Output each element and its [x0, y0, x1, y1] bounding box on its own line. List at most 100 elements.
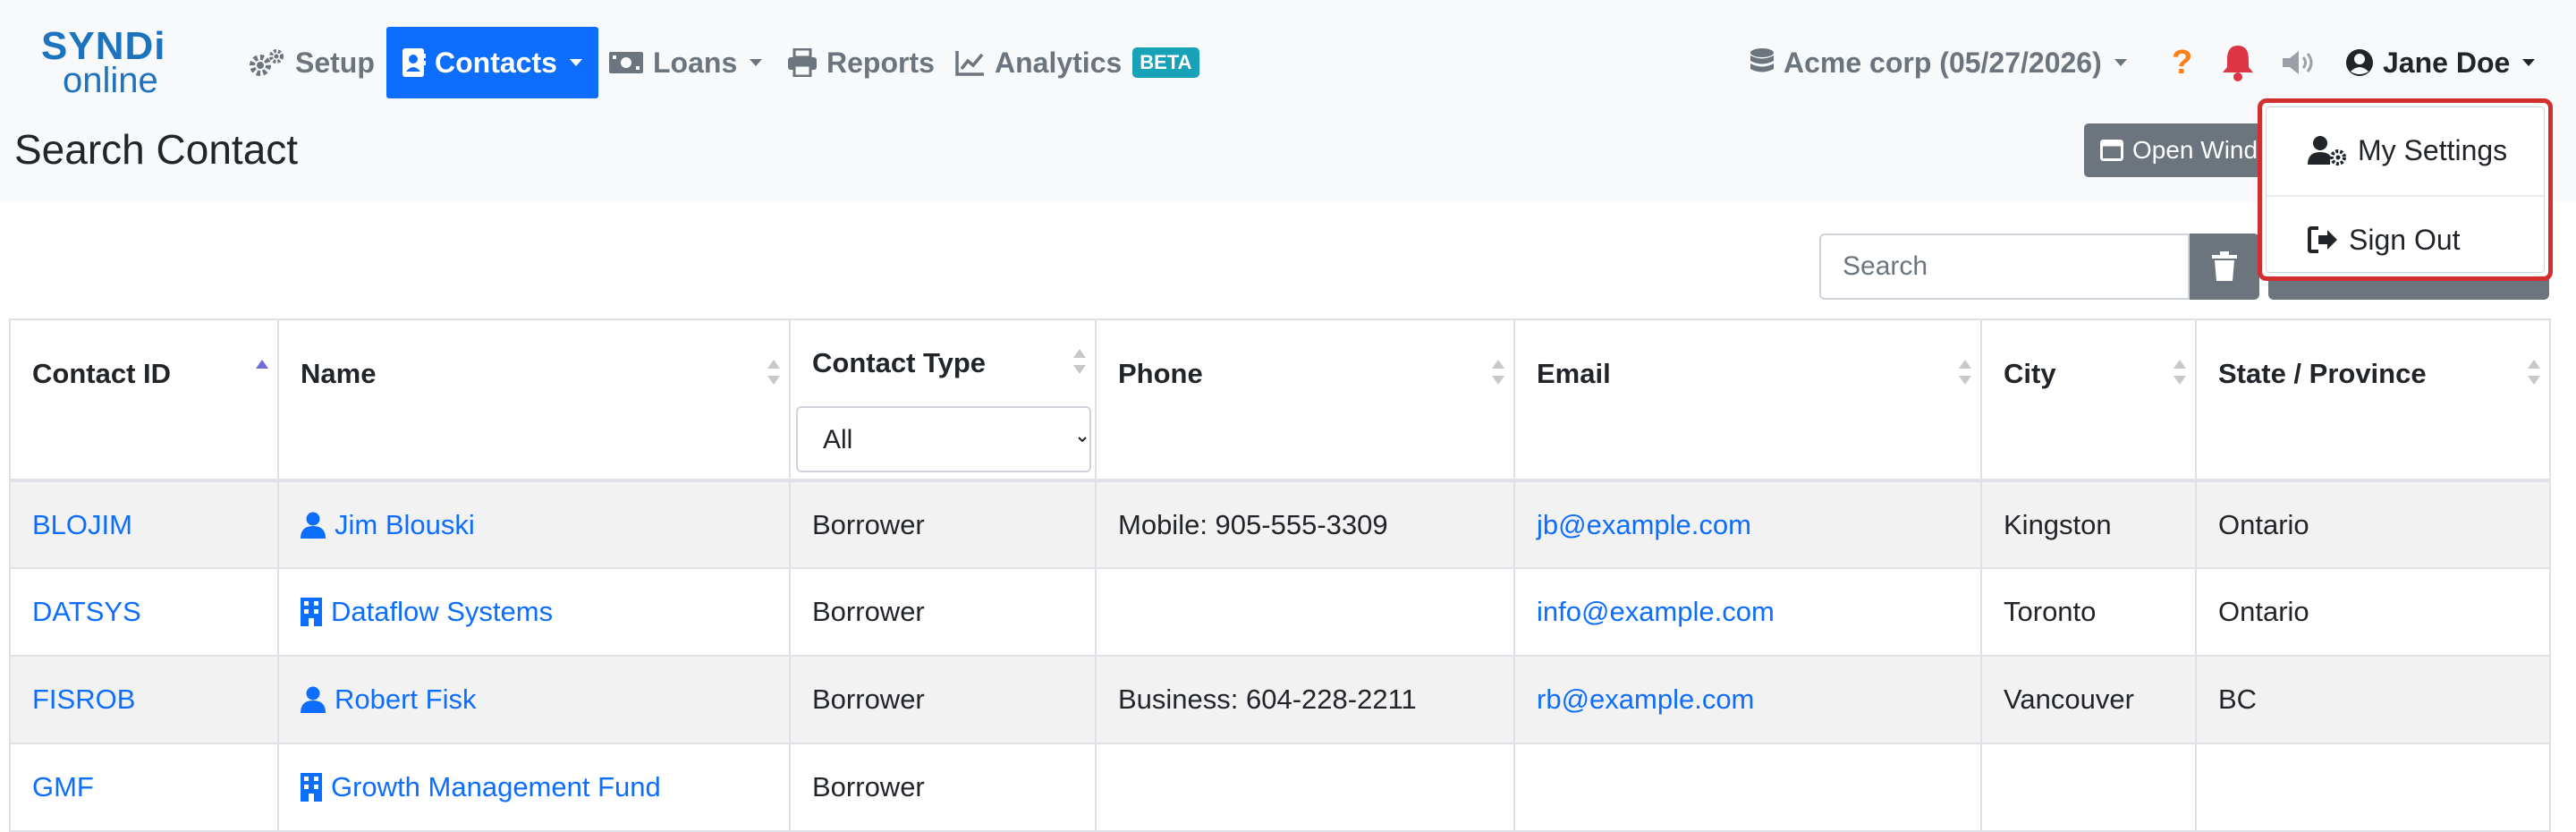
sign-out-label: Sign Out: [2349, 223, 2461, 256]
window-icon: [2100, 140, 2123, 161]
cell-contact-id: BLOJIM: [9, 480, 279, 569]
cell-phone: [1095, 567, 1515, 657]
col-state-label: State / Province: [2218, 358, 2427, 389]
col-state[interactable]: State / Province: [2195, 318, 2551, 481]
cell-city: Toronto: [1980, 567, 2197, 657]
contact-id-link[interactable]: DATSYS: [32, 596, 141, 627]
sort-icon: [1959, 360, 1971, 388]
contact-name-link[interactable]: Growth Management Fund: [301, 771, 767, 803]
cell-email: jb@example.com: [1513, 480, 1982, 569]
help-button[interactable]: ?: [2172, 27, 2192, 98]
sort-icon: [1492, 360, 1504, 388]
col-city-label: City: [2004, 358, 2056, 389]
cell-state: BC: [2195, 655, 2551, 744]
my-settings-label: My Settings: [2358, 133, 2508, 166]
cell-email: [1513, 743, 1982, 832]
chevron-down-icon: [750, 59, 763, 66]
cell-phone: [1095, 743, 1515, 832]
cell-name: Jim Blouski: [277, 480, 791, 569]
chevron-down-icon: [569, 59, 582, 66]
contact-name-link[interactable]: Robert Fisk: [301, 683, 767, 716]
money-bill-icon: [609, 52, 643, 73]
col-phone-label: Phone: [1118, 358, 1203, 389]
contact-type-filter[interactable]: All: [796, 406, 1091, 472]
cell-contact-id: DATSYS: [9, 567, 279, 657]
user-menu-toggle[interactable]: Jane Doe: [2345, 27, 2536, 98]
user-icon: [301, 512, 326, 539]
nav-setup[interactable]: Setup: [249, 27, 375, 98]
col-email[interactable]: Email: [1513, 318, 1982, 481]
email-link[interactable]: jb@example.com: [1537, 509, 1751, 540]
col-name[interactable]: Name: [277, 318, 791, 481]
table-row[interactable]: BLOJIM Jim Blouski Borrower Mobile: 905-555…: [9, 480, 2551, 569]
open-window-label: Open Window: [2132, 136, 2272, 164]
sound-button[interactable]: [2281, 27, 2317, 98]
table-row[interactable]: GMF Growth Management Fund Borrower: [9, 743, 2551, 832]
printer-icon: [788, 48, 817, 77]
col-email-label: Email: [1537, 358, 1611, 389]
user-icon: [301, 686, 326, 713]
nav-reports-label: Reports: [826, 46, 935, 79]
building-icon: [301, 773, 322, 802]
cell-contact-type: Borrower: [789, 567, 1097, 657]
contact-name: Jim Blouski: [335, 508, 475, 540]
sort-icon: [1073, 349, 1086, 378]
email-link[interactable]: info@example.com: [1537, 596, 1775, 627]
menu-item-sign-out[interactable]: Sign Out: [2267, 197, 2544, 283]
email-link[interactable]: rb@example.com: [1537, 683, 1754, 715]
nav-setup-label: Setup: [295, 46, 375, 79]
cell-contact-id: GMF: [9, 743, 279, 832]
col-contact-type[interactable]: Contact Type All: [789, 318, 1097, 481]
syndi-logo[interactable]: SYNDi online: [41, 25, 175, 101]
nav-loans[interactable]: Loans: [608, 27, 763, 98]
trash-icon: [2212, 251, 2237, 281]
nav-reports[interactable]: Reports: [787, 27, 935, 98]
nav-analytics-label: Analytics: [995, 46, 1123, 79]
company-selector[interactable]: Acme corp (05/27/2026): [1750, 27, 2127, 98]
col-contact-id-label: Contact ID: [32, 358, 171, 389]
sort-asc-icon: [256, 360, 268, 388]
table-row[interactable]: FISROB Robert Fisk Borrower Business: 604-2…: [9, 655, 2551, 744]
cell-city: [1980, 743, 2197, 832]
address-book-icon: [402, 48, 426, 77]
search-input[interactable]: [1819, 233, 2190, 300]
building-icon: [301, 598, 322, 626]
col-city[interactable]: City: [1980, 318, 2197, 481]
cell-city: Kingston: [1980, 480, 2197, 569]
contact-id-link[interactable]: BLOJIM: [32, 509, 132, 540]
beta-badge: BETA: [1132, 47, 1199, 78]
contact-name-link[interactable]: Jim Blouski: [301, 509, 767, 541]
cell-phone: Mobile: 905-555-3309: [1095, 480, 1515, 569]
cell-contact-id: FISROB: [9, 655, 279, 744]
nav-loans-label: Loans: [653, 46, 738, 79]
cell-city: Vancouver: [1980, 655, 2197, 744]
cell-name: Robert Fisk: [277, 655, 791, 744]
user-gear-icon: [2308, 136, 2346, 166]
cell-contact-type: Borrower: [789, 655, 1097, 744]
clear-search-button[interactable]: [2190, 233, 2259, 300]
open-window-button[interactable]: Open Window: [2084, 123, 2272, 177]
contact-name: Growth Management Fund: [331, 771, 661, 802]
contact-name: Robert Fisk: [335, 683, 477, 715]
col-phone[interactable]: Phone: [1095, 318, 1515, 481]
nav-contacts-label: Contacts: [435, 46, 557, 79]
user-name: Jane Doe: [2383, 46, 2511, 79]
contact-name-link[interactable]: Dataflow Systems: [301, 596, 767, 628]
user-circle-icon: [2346, 49, 2373, 76]
nav-analytics[interactable]: Analytics BETA: [955, 27, 1199, 98]
table-row[interactable]: DATSYS Dataflow Systems Borrower info@examp…: [9, 567, 2551, 657]
company-label: Acme corp (05/27/2026): [1784, 46, 2102, 79]
database-icon: [1750, 48, 1774, 72]
col-contact-id[interactable]: Contact ID: [9, 318, 279, 481]
cell-name: Growth Management Fund: [277, 743, 791, 832]
menu-item-my-settings[interactable]: My Settings: [2267, 107, 2544, 193]
col-contact-type-label: Contact Type: [812, 347, 987, 378]
user-dropdown-menu: My Settings Sign Out: [2258, 98, 2553, 281]
gears-icon: [250, 49, 284, 76]
page-title: Search Contact: [14, 126, 299, 173]
contact-id-link[interactable]: FISROB: [32, 683, 135, 715]
notifications-button[interactable]: [2220, 27, 2256, 98]
cell-email: info@example.com: [1513, 567, 1982, 657]
dropdown-panel: My Settings Sign Out: [2266, 106, 2545, 273]
nav-contacts[interactable]: Contacts: [386, 27, 598, 98]
